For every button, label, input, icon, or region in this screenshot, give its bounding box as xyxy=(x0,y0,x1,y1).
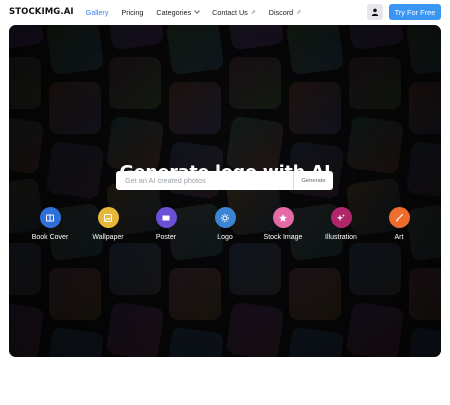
external-link-icon: ⇗ xyxy=(250,9,256,16)
nav-contact[interactable]: Contact Us ⇗ xyxy=(212,8,256,17)
logo-icon xyxy=(214,207,236,228)
nav-gallery[interactable]: Gallery xyxy=(86,8,109,17)
brush-icon xyxy=(388,207,410,228)
external-link-icon: ⇗ xyxy=(296,9,302,16)
nav-categories[interactable]: Categories xyxy=(156,7,201,17)
nav-gallery-label: Gallery xyxy=(85,7,109,17)
generate-button[interactable]: Generate xyxy=(293,171,333,190)
category-label: Book Cover xyxy=(31,234,69,241)
star-icon xyxy=(272,207,294,228)
category-label: Logo xyxy=(217,234,233,241)
nav-pricing[interactable]: Pricing xyxy=(121,8,143,17)
wallpaper-icon xyxy=(97,207,119,228)
category-label: Poster xyxy=(155,234,177,241)
category-label: Illustration xyxy=(325,234,357,241)
category-logo[interactable]: Logo xyxy=(195,207,255,241)
user-button[interactable] xyxy=(367,4,383,20)
nav-discord-label: Discord xyxy=(268,7,294,17)
prompt-search-bar: Generate xyxy=(116,171,333,190)
hero-overlay xyxy=(9,25,441,357)
top-navbar: STOCKIMG.AI Gallery Pricing Categories C… xyxy=(0,0,450,24)
category-book-cover[interactable]: Book Cover xyxy=(20,207,80,241)
category-label: Stock Image xyxy=(263,234,303,241)
category-art[interactable]: Art xyxy=(369,207,429,241)
nav-contact-label: Contact Us xyxy=(212,7,248,17)
try-for-free-button[interactable]: Try For Free xyxy=(389,4,441,20)
category-stock-image[interactable]: Stock Image xyxy=(253,207,313,241)
prompt-input[interactable] xyxy=(116,171,293,190)
category-illustration[interactable]: Illustration xyxy=(311,207,371,241)
category-poster[interactable]: Poster xyxy=(136,207,196,241)
poster-icon xyxy=(155,207,177,228)
nav-discord[interactable]: Discord ⇗ xyxy=(269,8,301,17)
sparkles-icon xyxy=(330,207,352,228)
category-label: Art xyxy=(394,234,404,241)
category-label: Wallpaper xyxy=(92,234,124,241)
nav-categories-label: Categories xyxy=(156,7,192,17)
site-logo[interactable]: STOCKIMG.AI xyxy=(9,7,74,17)
header-actions: Try For Free xyxy=(367,4,441,20)
main-nav: Gallery Pricing Categories Contact Us ⇗ D… xyxy=(86,8,302,17)
nav-pricing-label: Pricing xyxy=(121,7,144,17)
chevron-down-icon xyxy=(194,8,201,14)
book-icon xyxy=(39,207,61,228)
user-icon xyxy=(371,8,379,16)
category-wallpaper[interactable]: Wallpaper xyxy=(78,207,138,241)
hero-banner: Generate logo with AI Generate Book Cove… xyxy=(9,25,441,357)
